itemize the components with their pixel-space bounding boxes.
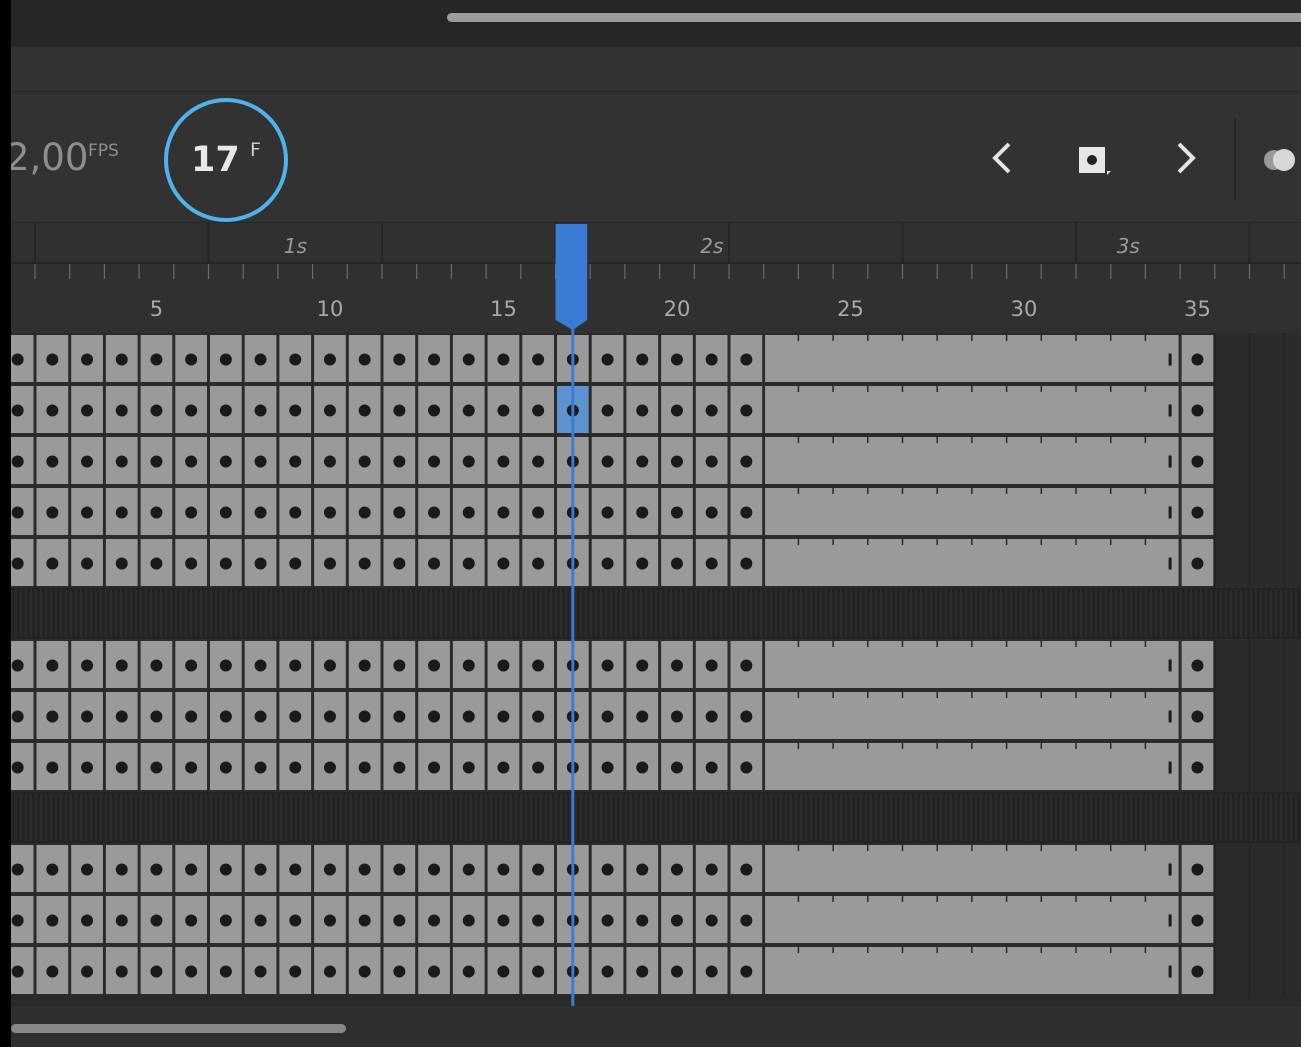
chevron-left-icon — [992, 142, 1011, 174]
current-frame-highlight-ring — [164, 98, 288, 222]
top-scrollbar-thumb[interactable] — [447, 13, 1301, 22]
timeline-panel: 2,00 FPS 17 F 1s2s3s510152025303540 — [11, 0, 1301, 1047]
playhead-handle[interactable] — [555, 224, 588, 330]
previous-keyframe-button[interactable] — [989, 138, 1017, 182]
insert-keyframe-button[interactable] — [1077, 145, 1111, 177]
playhead[interactable] — [11, 222, 1301, 1006]
fps-value[interactable]: 2,00 — [11, 136, 88, 179]
fps-unit-label: FPS — [88, 141, 119, 161]
bottom-scrollbar-thumb[interactable] — [11, 1024, 346, 1033]
panel-header-band — [11, 46, 1301, 92]
insert-keyframe-icon — [1079, 147, 1111, 175]
next-keyframe-button[interactable] — [1171, 138, 1199, 182]
chevron-right-icon — [1177, 142, 1196, 174]
onion-skin-icon — [1264, 149, 1295, 171]
panel-top-bar — [11, 0, 1301, 46]
onion-skin-button[interactable] — [1262, 145, 1301, 175]
controls-separator — [1234, 118, 1236, 200]
